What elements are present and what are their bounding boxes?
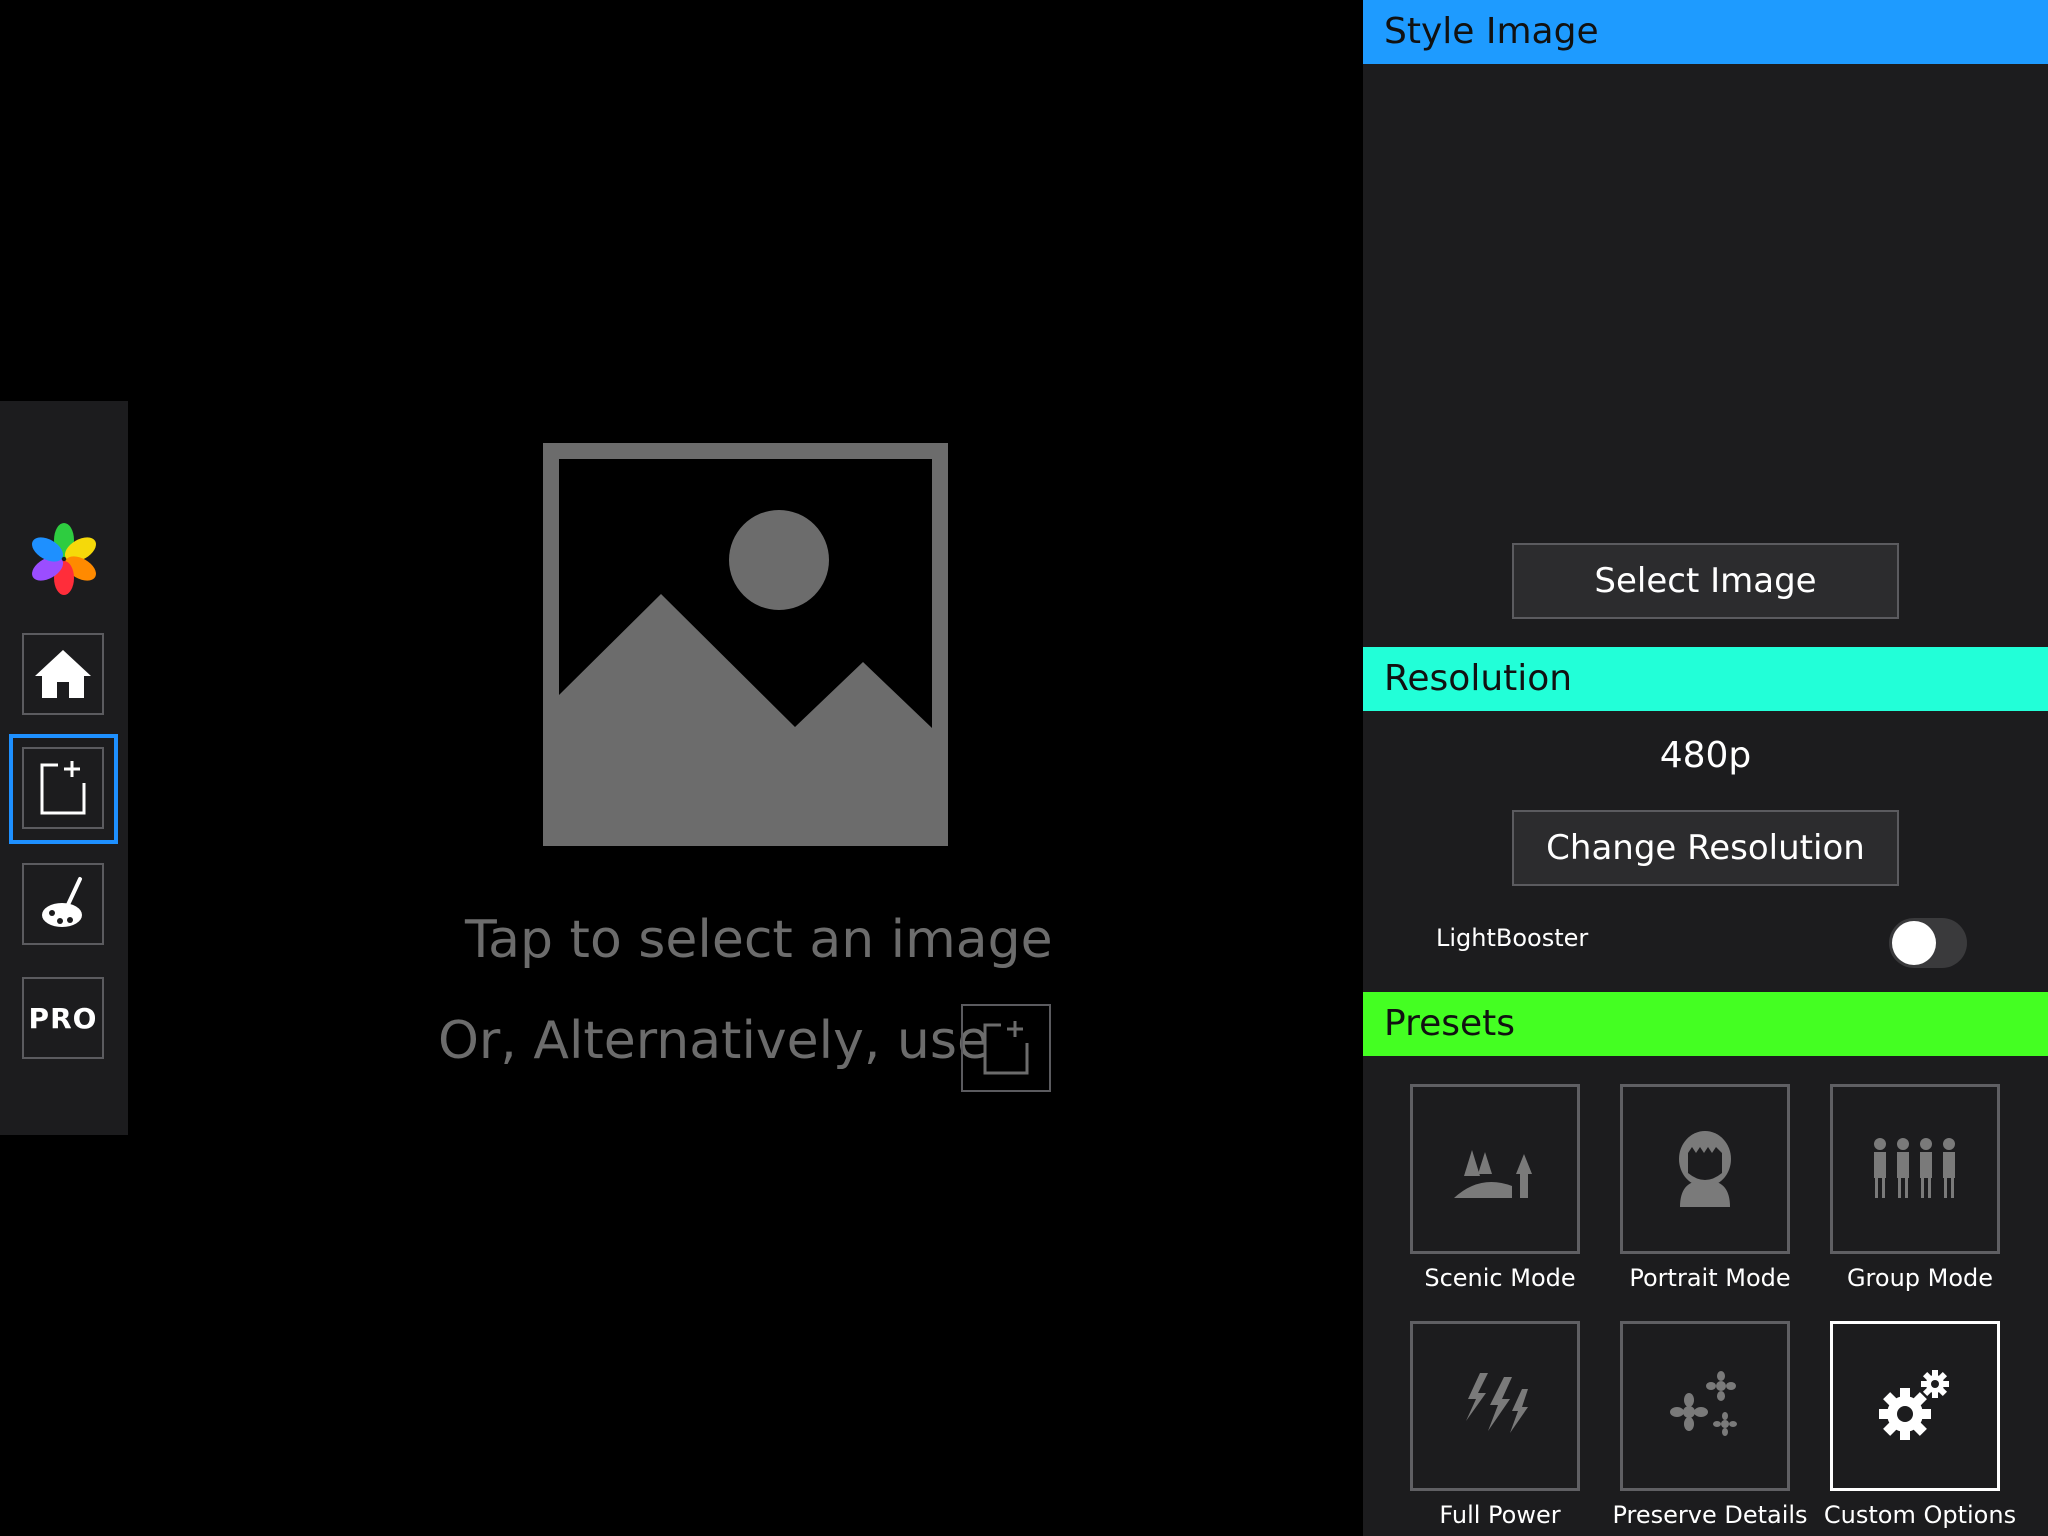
portrait-person-icon <box>1679 1131 1731 1207</box>
preset-portrait-mode[interactable] <box>1620 1084 1790 1254</box>
presets-title: Presets <box>1384 1003 1516 1044</box>
pro-label: PRO <box>28 1001 98 1035</box>
resolution-header: Resolution <box>1363 647 2048 711</box>
preset-scenic-label: Scenic Mode <box>1424 1264 1576 1292</box>
select-image-button[interactable]: Select Image <box>1512 543 1899 619</box>
select-image-label: Select Image <box>1594 561 1817 601</box>
lightbooster-toggle[interactable] <box>1889 918 1967 968</box>
preset-portrait-label: Portrait Mode <box>1629 1264 1791 1292</box>
settings-panel: Style Image Select Image Resolution 480p… <box>1363 0 2048 1536</box>
gears-icon <box>1879 1370 1949 1440</box>
landscape-trees-icon <box>1454 1150 1532 1198</box>
inline-add-image-button[interactable] <box>961 1004 1051 1092</box>
group-people-icon <box>1874 1138 1955 1198</box>
preset-scenic-mode[interactable] <box>1410 1084 1580 1254</box>
preset-group-mode[interactable] <box>1830 1084 2000 1254</box>
alternative-hint: Or, Alternatively, use <box>438 1011 989 1071</box>
style-image-title: Style Image <box>1384 11 1599 52</box>
change-resolution-button[interactable]: Change Resolution <box>1512 810 1899 886</box>
preset-preserve-details-label: Preserve Details <box>1612 1501 1808 1529</box>
pro-button[interactable]: PRO <box>22 977 104 1059</box>
image-placeholder[interactable] <box>543 443 948 846</box>
lightning-bolts-icon <box>1466 1373 1528 1433</box>
lightbooster-label: LightBooster <box>1436 924 1589 952</box>
preset-custom-options-label: Custom Options <box>1823 1501 2017 1529</box>
resolution-title: Resolution <box>1384 658 1573 699</box>
home-icon <box>35 650 91 698</box>
preset-full-power[interactable] <box>1410 1321 1580 1491</box>
presets-header: Presets <box>1363 992 2048 1056</box>
flowers-details-icon <box>1670 1371 1737 1436</box>
home-button[interactable] <box>22 633 104 715</box>
preset-custom-options[interactable] <box>1830 1321 2000 1491</box>
resolution-value: 480p <box>1659 735 1752 776</box>
preset-group-label: Group Mode <box>1846 1264 1994 1292</box>
toggle-knob <box>1892 921 1936 965</box>
change-resolution-label: Change Resolution <box>1546 828 1865 868</box>
palette-brush-icon <box>42 877 82 927</box>
style-image-preview <box>1363 64 2048 534</box>
add-image-button[interactable] <box>22 747 104 829</box>
preset-preserve-details[interactable] <box>1620 1321 1790 1491</box>
style-image-header: Style Image <box>1363 0 2048 64</box>
preset-full-power-label: Full Power <box>1439 1501 1561 1529</box>
tap-to-select-hint: Tap to select an image <box>465 910 1053 970</box>
image-placeholder-icon <box>543 443 948 846</box>
app-logo-icon <box>27 522 101 596</box>
add-image-icon <box>40 761 86 815</box>
style-palette-button[interactable] <box>22 863 104 945</box>
left-toolbar: PRO <box>0 401 128 1135</box>
add-image-icon <box>983 1021 1029 1075</box>
